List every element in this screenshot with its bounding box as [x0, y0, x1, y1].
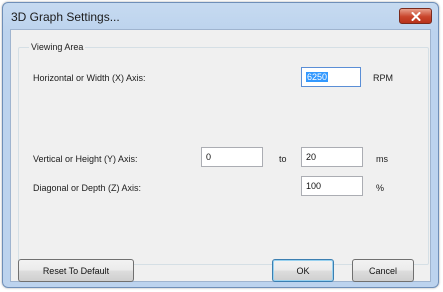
diagonal-axis-input[interactable]: 100: [301, 176, 363, 196]
horizontal-axis-input[interactable]: 6250: [301, 67, 361, 87]
horizontal-axis-value: 6250: [306, 72, 329, 82]
vertical-axis-to-input[interactable]: 20: [301, 147, 363, 167]
vertical-axis-label: Vertical or Height (Y) Axis:: [33, 154, 138, 164]
dialog-title: 3D Graph Settings...: [11, 10, 120, 24]
vertical-axis-unit: ms: [376, 154, 388, 164]
ok-button[interactable]: OK: [272, 259, 334, 282]
diagonal-axis-unit: %: [376, 183, 385, 193]
horizontal-axis-unit: RPM: [373, 73, 393, 83]
graph-settings-dialog: 3D Graph Settings... Viewing Area Horizo…: [2, 2, 439, 288]
title-bar[interactable]: 3D Graph Settings...: [3, 3, 438, 29]
close-button[interactable]: [399, 8, 432, 24]
cancel-button[interactable]: Cancel: [352, 259, 414, 282]
viewing-area-legend: Viewing Area: [29, 42, 86, 52]
reset-to-default-button[interactable]: Reset To Default: [18, 259, 134, 282]
diagonal-axis-label: Diagonal or Depth (Z) Axis:: [33, 183, 142, 193]
vertical-axis-from-input[interactable]: 0: [201, 147, 263, 167]
close-x-icon: [411, 11, 420, 21]
horizontal-axis-label: Horizontal or Width (X) Axis:: [33, 73, 146, 83]
dialog-body: Viewing Area Horizontal or Width (X) Axi…: [10, 29, 431, 282]
vertical-axis-to-label: to: [279, 154, 287, 164]
